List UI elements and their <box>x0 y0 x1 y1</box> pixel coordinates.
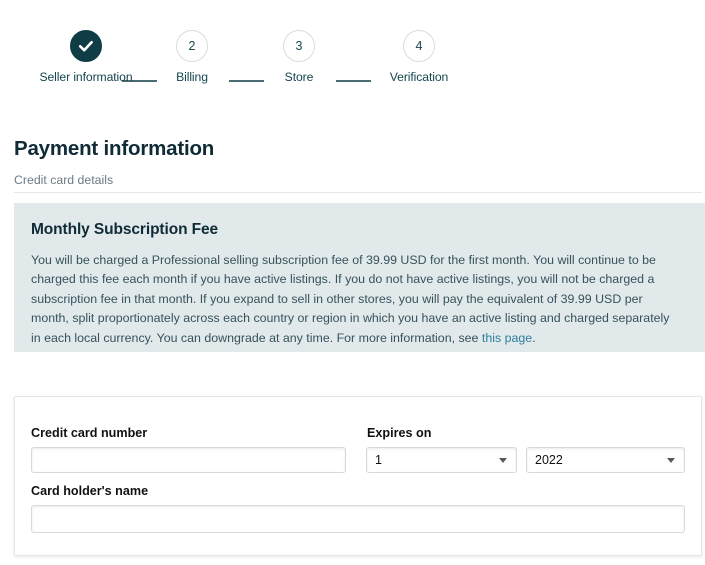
card-holder-name-label: Card holder's name <box>31 484 149 498</box>
progress-stepper: Seller information 2 Billing 3 Store 4 V… <box>0 30 705 110</box>
check-icon <box>78 40 93 52</box>
stepper-step-store[interactable]: 3 Store <box>244 30 354 85</box>
subscription-fee-text-before-link: You will be charged a Professional selli… <box>31 253 670 345</box>
credit-card-number-input[interactable] <box>31 447 346 473</box>
step-1-label: Seller information <box>39 70 133 84</box>
step-2-marker: 2 <box>176 30 208 62</box>
stepper-step-billing[interactable]: 2 Billing <box>137 30 247 85</box>
step-4-label: Verification <box>389 70 449 84</box>
chevron-down-icon <box>499 457 507 463</box>
page-subtitle: Credit card details <box>14 173 114 187</box>
step-4-marker: 4 <box>403 30 435 62</box>
credit-card-number-label: Credit card number <box>31 426 148 440</box>
expiry-month-value: 1 <box>375 453 382 467</box>
stepper-step-seller-information[interactable]: Seller information <box>31 30 141 85</box>
expiry-month-select[interactable]: 1 <box>366 447 517 473</box>
expiry-year-value: 2022 <box>535 453 563 467</box>
subscription-fee-text-after-link: . <box>532 330 536 345</box>
subscription-fee-body: You will be charged a Professional selli… <box>31 251 679 348</box>
stepper-step-verification[interactable]: 4 Verification <box>364 30 474 85</box>
header-divider <box>14 192 702 193</box>
chevron-down-icon <box>667 457 675 463</box>
expiry-year-select[interactable]: 2022 <box>526 447 685 473</box>
subscription-fee-title: Monthly Subscription Fee <box>31 221 219 238</box>
step-2-label: Billing <box>176 70 208 84</box>
subscription-fee-panel: Monthly Subscription Fee You will be cha… <box>14 203 705 352</box>
card-holder-name-input[interactable] <box>31 505 685 533</box>
step-3-label: Store <box>284 70 314 84</box>
step-1-marker <box>70 30 102 62</box>
step-3-marker: 3 <box>283 30 315 62</box>
expires-on-label: Expires on <box>367 426 432 440</box>
this-page-link[interactable]: this page <box>482 331 532 345</box>
page-title: Payment information <box>14 137 215 160</box>
